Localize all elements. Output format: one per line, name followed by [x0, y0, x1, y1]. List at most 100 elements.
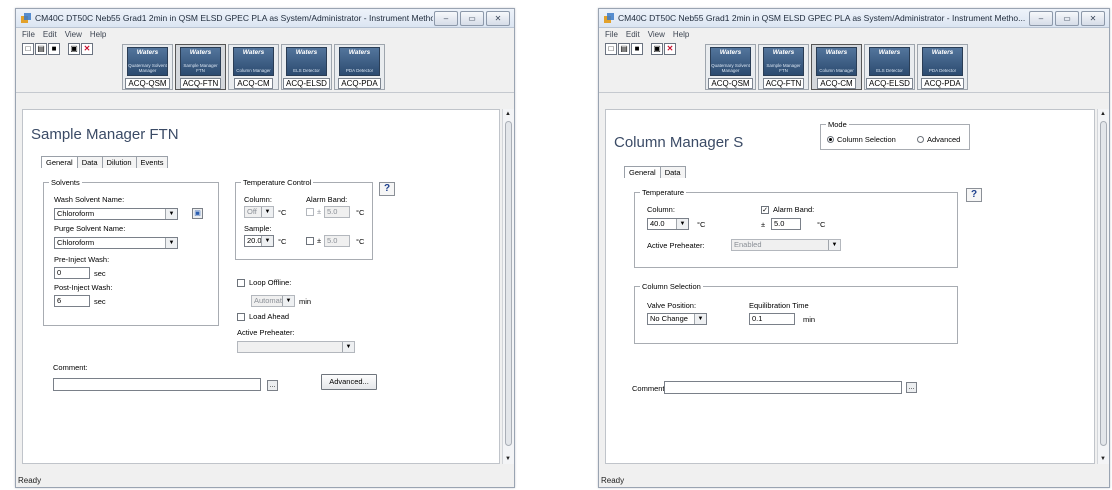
module-ftn[interactable]: Waters Sample Manager FTN ACQ-FTN — [175, 44, 226, 90]
module-label: ACQ-QSM — [125, 78, 170, 89]
module-pda[interactable]: Waters PDA Detector ACQ-PDA — [334, 44, 385, 90]
tab-general[interactable]: General — [624, 166, 661, 178]
alarm-band-label: Alarm Band: — [773, 205, 815, 214]
menu-help[interactable]: Help — [90, 30, 106, 39]
new-file-icon[interactable]: □ — [22, 43, 34, 55]
tab-general[interactable]: General — [41, 156, 78, 168]
scroll-up-icon[interactable]: ▲ — [1100, 111, 1106, 117]
help-icon[interactable]: ? — [379, 182, 395, 196]
scroll-down-icon[interactable]: ▼ — [505, 456, 511, 462]
tab-data[interactable]: Data — [659, 166, 686, 178]
vertical-scrollbar[interactable]: ▲ ▼ — [1097, 109, 1109, 464]
solvent-info-icon[interactable]: ▣ — [192, 208, 203, 219]
menu-edit[interactable]: Edit — [43, 30, 57, 39]
wash-solvent-label: Wash Solvent Name: — [54, 195, 125, 204]
menu-view[interactable]: View — [65, 30, 82, 39]
module-image: Waters Quaternary Solvent Manager — [710, 47, 751, 76]
advanced-radio[interactable] — [917, 136, 924, 143]
module-ftn[interactable]: Waters Sample Manager FTN ACQ-FTN — [758, 44, 809, 90]
tab-data[interactable]: Data — [76, 156, 103, 168]
maximize-icon[interactable]: ▭ — [1055, 11, 1079, 26]
chevron-down-icon: ▼ — [261, 207, 273, 217]
equilibration-time-input[interactable]: 0.1 — [749, 313, 795, 325]
module-cm[interactable]: Waters Column Manager ACQ-CM — [228, 44, 279, 90]
status-bar-text: Ready — [601, 476, 625, 485]
new-file-icon[interactable]: □ — [605, 43, 617, 55]
group-title: Temperature Control — [241, 178, 314, 187]
close-icon[interactable]: ✕ — [1081, 11, 1105, 26]
sample-manager-panel: Sample Manager FTN General Data Dilution… — [22, 109, 500, 464]
help-icon[interactable]: ? — [966, 188, 982, 202]
module-elsd[interactable]: Waters ELS Detector ACQ-ELSD — [864, 44, 915, 90]
plus-minus: ± — [761, 220, 766, 229]
vertical-scrollbar[interactable]: ▲ ▼ — [502, 109, 514, 464]
delete-icon[interactable]: ✕ — [664, 43, 676, 55]
column-selection-radio[interactable] — [827, 136, 834, 143]
module-image: Waters Sample Manager FTN — [763, 47, 804, 76]
load-ahead-checkbox[interactable] — [237, 313, 245, 321]
module-image: Waters PDA Detector — [339, 47, 380, 76]
open-folder-icon[interactable]: ▤ — [35, 43, 47, 55]
alarm-band-input[interactable]: 5.0 — [771, 218, 801, 230]
tab-events[interactable]: Events — [135, 156, 169, 168]
comment-browse-button[interactable]: ... — [906, 382, 917, 393]
scroll-down-icon[interactable]: ▼ — [1100, 456, 1106, 462]
open-folder-icon[interactable]: ▤ — [618, 43, 630, 55]
module-image: Waters ELS Detector — [286, 47, 327, 76]
comment-label: Comment: — [632, 384, 667, 393]
comment-field[interactable] — [53, 378, 261, 391]
module-elsd[interactable]: Waters ELS Detector ACQ-ELSD — [281, 44, 332, 90]
module-cm[interactable]: Waters Column Manager ACQ-CM — [811, 44, 862, 90]
column-label: Column: — [647, 205, 675, 214]
title-bar[interactable]: CM40C DT50C Neb55 Grad1 2min in QSM ELSD… — [16, 9, 514, 28]
minimize-icon[interactable]: ‒ — [434, 11, 458, 26]
purge-solvent-select[interactable]: Chloroform ▼ — [54, 237, 178, 249]
maximize-icon[interactable]: ▭ — [460, 11, 484, 26]
menu-view[interactable]: View — [648, 30, 665, 39]
wash-solvent-select[interactable]: Chloroform ▼ — [54, 208, 178, 220]
sample-alarm-checkbox[interactable] — [306, 237, 314, 245]
minimize-icon[interactable]: ‒ — [1029, 11, 1053, 26]
page-title: Column Manager S — [614, 134, 744, 151]
print-preview-icon[interactable]: ▣ — [68, 43, 80, 55]
advanced-button[interactable]: Advanced... — [321, 374, 377, 390]
delete-icon[interactable]: ✕ — [81, 43, 93, 55]
menu-edit[interactable]: Edit — [626, 30, 640, 39]
preinject-wash-input[interactable]: 0 — [54, 267, 90, 279]
menu-file[interactable]: File — [22, 30, 35, 39]
valve-position-label: Valve Position: — [647, 301, 697, 310]
scroll-thumb[interactable] — [1100, 121, 1107, 446]
temp-unit: °C — [356, 237, 365, 246]
module-label: ACQ-PDA — [338, 78, 381, 89]
column-selection-label: Column Selection — [837, 135, 896, 144]
equilibration-time-label: Equilibration Time — [749, 301, 809, 310]
scroll-thumb[interactable] — [505, 121, 512, 446]
menu-file[interactable]: File — [605, 30, 618, 39]
app-icon — [604, 13, 614, 23]
menu-help[interactable]: Help — [673, 30, 689, 39]
column-alarm-checkbox — [306, 208, 314, 216]
title-bar[interactable]: CM40C DT50C Neb55 Grad1 2min in QSM ELSD… — [599, 9, 1109, 28]
comment-browse-button[interactable]: ... — [267, 380, 278, 391]
module-image: Waters Quaternary Solvent Manager — [127, 47, 168, 76]
window-title: CM40C DT50C Neb55 Grad1 2min in QSM ELSD… — [618, 13, 1026, 23]
save-icon[interactable]: ■ — [48, 43, 60, 55]
save-icon[interactable]: ■ — [631, 43, 643, 55]
print-preview-icon[interactable]: ▣ — [651, 43, 663, 55]
postinject-wash-label: Post-Inject Wash: — [54, 283, 113, 292]
sample-temp-select[interactable]: 20.0 ▼ — [244, 235, 274, 247]
module-image: Waters Sample Manager FTN — [180, 47, 221, 76]
postinject-wash-input[interactable]: 6 — [54, 295, 90, 307]
module-pda[interactable]: Waters PDA Detector ACQ-PDA — [917, 44, 968, 90]
valve-position-select[interactable]: No Change ▼ — [647, 313, 707, 325]
tab-dilution[interactable]: Dilution — [101, 156, 137, 168]
close-icon[interactable]: ✕ — [486, 11, 510, 26]
loop-offline-checkbox[interactable] — [237, 279, 245, 287]
module-qsm[interactable]: Waters Quaternary Solvent Manager ACQ-QSM — [122, 44, 173, 90]
comment-field[interactable] — [664, 381, 902, 394]
column-temp-select[interactable]: 40.0 ▼ — [647, 218, 689, 230]
alarm-band-checkbox[interactable]: ✓ — [761, 206, 769, 214]
module-label: ACQ-ELSD — [866, 78, 913, 89]
module-qsm[interactable]: Waters Quaternary Solvent Manager ACQ-QSM — [705, 44, 756, 90]
scroll-up-icon[interactable]: ▲ — [505, 111, 511, 117]
